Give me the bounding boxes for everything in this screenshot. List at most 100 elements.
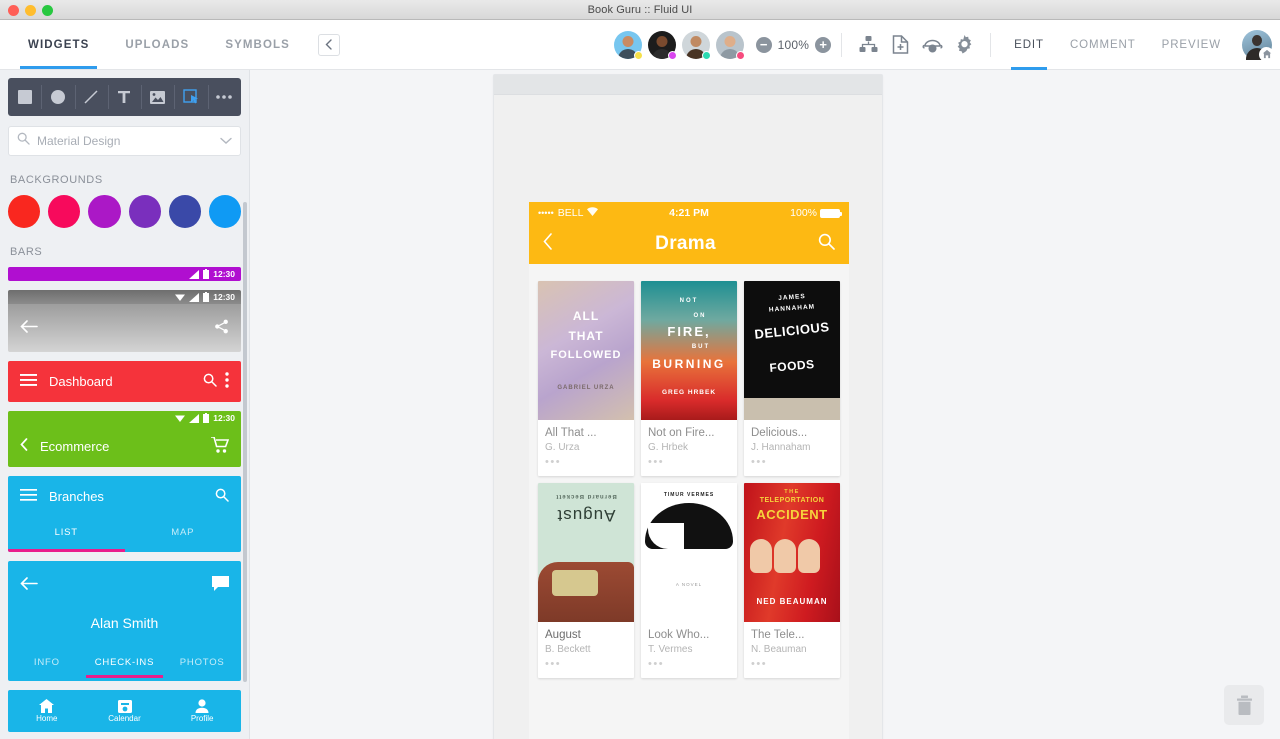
bar-tab-map[interactable]: MAP: [125, 527, 242, 538]
design-canvas[interactable]: ••••• BELL 4:21 PM 100%: [250, 70, 1280, 739]
signal-dots: •••••: [538, 208, 554, 218]
book-card[interactable]: JAMES HANNAHAM DELICIOUS FOODS Delicious…: [744, 281, 840, 476]
swatch-blue[interactable]: [209, 195, 241, 228]
swatch-red[interactable]: [8, 195, 40, 228]
widget-gray-gradient-bar[interactable]: 12:30: [8, 290, 241, 352]
mode-preview[interactable]: PREVIEW: [1149, 20, 1234, 70]
book-title: The Tele...: [751, 629, 834, 641]
card-more-icon[interactable]: •••: [648, 456, 731, 468]
image-tool[interactable]: [141, 78, 174, 116]
card-more-icon[interactable]: •••: [648, 658, 731, 670]
mode-preview-label: PREVIEW: [1162, 39, 1221, 51]
book-card[interactable]: NOT ON FIRE, BUT BURNING GREG HRBEK Not …: [641, 281, 737, 476]
search-icon[interactable]: [203, 373, 217, 390]
artboard[interactable]: ••••• BELL 4:21 PM 100%: [493, 74, 883, 739]
overflow-icon[interactable]: [225, 372, 229, 391]
widget-list-scroll[interactable]: BACKGROUNDS BARS 12:30: [0, 156, 249, 739]
trash-icon[interactable]: [1224, 685, 1264, 725]
sheep-logo-icon[interactable]: [916, 29, 948, 61]
panel-scrollbar[interactable]: [243, 156, 247, 739]
more-tools[interactable]: [208, 78, 241, 116]
widget-green-ecommerce-bar[interactable]: 12:30 Ecommerce: [8, 411, 241, 467]
book-author: G. Urza: [545, 442, 628, 453]
mode-edit[interactable]: EDIT: [1001, 20, 1057, 70]
book-card[interactable]: Bernard Beckett August August B. Beckett…: [538, 483, 634, 678]
card-more-icon[interactable]: •••: [751, 456, 834, 468]
back-chevron-icon[interactable]: [543, 233, 553, 255]
nav-item-profile-label: Profile: [191, 714, 214, 723]
book-grid[interactable]: ALL THAT FOLLOWED GABRIEL URZA All That …: [529, 264, 849, 739]
message-icon[interactable]: [212, 576, 229, 594]
search-icon[interactable]: [215, 488, 229, 505]
tab-widgets[interactable]: WIDGETS: [10, 20, 107, 69]
ellipse-tool[interactable]: [41, 78, 74, 116]
user-avatar[interactable]: [1242, 30, 1272, 60]
swatch-indigo[interactable]: [169, 195, 201, 228]
widget-purple-status-bar[interactable]: 12:30: [8, 267, 241, 281]
chevron-down-icon[interactable]: [220, 132, 232, 150]
tab-uploads[interactable]: UPLOADS: [107, 20, 207, 69]
maximize-window-button[interactable]: [42, 5, 53, 16]
bar-tab-list[interactable]: LIST: [8, 527, 125, 538]
chevron-left-icon[interactable]: [318, 34, 340, 56]
nav-item-home[interactable]: Home: [8, 699, 86, 723]
bar-tab-info[interactable]: INFO: [8, 657, 86, 668]
bar-tab-photos[interactable]: PHOTOS: [163, 657, 241, 668]
line-tool[interactable]: [75, 78, 108, 116]
nav-item-calendar[interactable]: Calendar: [86, 699, 164, 723]
tab-symbols[interactable]: SYMBOLS: [207, 20, 308, 69]
back-arrow-icon[interactable]: [20, 320, 38, 336]
search-input[interactable]: Material Design: [37, 134, 213, 148]
rectangle-tool[interactable]: [8, 78, 41, 116]
hamburger-icon[interactable]: [20, 489, 37, 504]
book-cover: THE TELEPORTATION ACCIDENT NED BEAUMAN: [744, 483, 840, 622]
widget-blue-branches-bar[interactable]: Branches LIST MAP: [8, 476, 241, 552]
back-chevron-icon[interactable]: [20, 438, 28, 454]
widget-red-dashboard-bar[interactable]: Dashboard: [8, 361, 241, 402]
tool-strip: [8, 78, 241, 116]
section-backgrounds-label: BACKGROUNDS: [10, 174, 241, 186]
share-icon[interactable]: [214, 319, 229, 337]
card-more-icon[interactable]: •••: [545, 456, 628, 468]
gear-icon[interactable]: [948, 29, 980, 61]
collaborator-avatar-4[interactable]: [716, 31, 744, 59]
hamburger-icon[interactable]: [20, 374, 37, 389]
book-card[interactable]: TIMUR VERMES A NOVEL Look Who... T. Verm…: [641, 483, 737, 678]
add-page-icon[interactable]: [884, 29, 916, 61]
book-card[interactable]: ALL THAT FOLLOWED GABRIEL URZA All That …: [538, 281, 634, 476]
book-card[interactable]: THE TELEPORTATION ACCIDENT NED BEAUMAN T…: [744, 483, 840, 678]
book-title: Look Who...: [648, 629, 731, 641]
card-more-icon[interactable]: •••: [751, 658, 834, 670]
widget-search-select[interactable]: Material Design: [8, 126, 241, 156]
select-tool[interactable]: [174, 78, 207, 116]
close-window-button[interactable]: [8, 5, 19, 16]
bar-title-branches: Branches: [49, 489, 203, 504]
minimize-window-button[interactable]: [25, 5, 36, 16]
sitemap-icon[interactable]: [852, 29, 884, 61]
card-more-icon[interactable]: •••: [545, 658, 628, 670]
mode-comment[interactable]: COMMENT: [1057, 20, 1149, 70]
back-arrow-icon[interactable]: [20, 577, 38, 593]
book-author: G. Hrbek: [648, 442, 731, 453]
mode-edit-label: EDIT: [1014, 39, 1044, 51]
collaborator-avatar-3[interactable]: [682, 31, 710, 59]
header-right-cluster: − 100% +: [614, 20, 1280, 69]
collaborator-avatar-2[interactable]: [648, 31, 676, 59]
widget-blue-bottom-nav[interactable]: Home Calendar Profile: [8, 690, 241, 732]
bar-tab-checkins[interactable]: CHECK-INS: [86, 657, 164, 668]
swatch-deep-purple[interactable]: [129, 195, 161, 228]
cover-line: FOODS: [744, 355, 840, 377]
nav-item-profile[interactable]: Profile: [163, 699, 241, 723]
zoom-out-button[interactable]: −: [756, 37, 772, 53]
swatch-purple[interactable]: [88, 195, 120, 228]
text-tool[interactable]: [108, 78, 141, 116]
phone-screen[interactable]: ••••• BELL 4:21 PM 100%: [529, 202, 849, 739]
mode-comment-label: COMMENT: [1070, 39, 1136, 51]
cart-icon[interactable]: [211, 437, 229, 456]
collaborator-avatar-1[interactable]: [614, 31, 642, 59]
cover-line: August: [538, 505, 634, 525]
widget-blue-profile-bar[interactable]: Alan Smith INFO CHECK-INS PHOTOS: [8, 561, 241, 681]
zoom-in-button[interactable]: +: [815, 37, 831, 53]
search-icon[interactable]: [818, 233, 835, 255]
swatch-pink[interactable]: [48, 195, 80, 228]
